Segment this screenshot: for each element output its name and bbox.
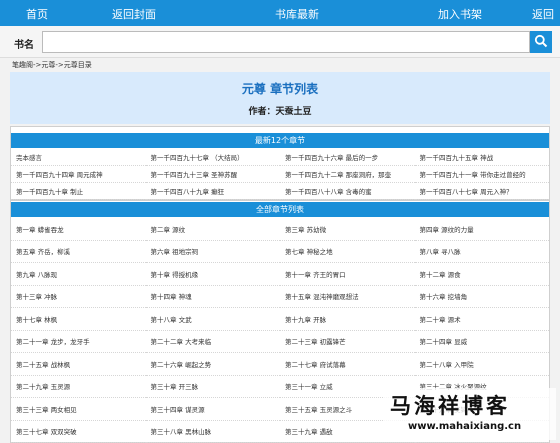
chapter-link[interactable]: 第一千四百八十九章 癫狂	[145, 183, 280, 200]
chapter-link[interactable]: 第二十九章 玉灵源	[11, 376, 146, 398]
chapter-link[interactable]: 第二十二章 大考来临	[145, 331, 280, 353]
chapter-link[interactable]: 第二十八章 入甲院	[414, 353, 549, 376]
chapter-link[interactable]: 第十五章 混沌神磨观想法	[280, 286, 415, 308]
chapter-link[interactable]: 第十九章 开脉	[280, 308, 415, 331]
chapter-link[interactable]: 第二十七章 府试落幕	[280, 353, 415, 376]
nav-back-link[interactable]: 返回	[532, 6, 554, 22]
chapter-link[interactable]: 第一章 蟒雀吞龙	[11, 218, 146, 241]
chapter-link[interactable]: 第一千四百九十五章 神战	[414, 149, 549, 166]
top-nav: 首页 返回封面 书库最新 加入书架 返回	[0, 0, 560, 26]
search-bar: 书名	[0, 26, 560, 58]
chapter-link[interactable]: 第二十四章 显威	[414, 331, 549, 353]
chapter-link[interactable]: 第八章 寻八脉	[414, 241, 549, 263]
chapter-link[interactable]: 第三十章 开三脉	[145, 376, 280, 398]
book-author: 作者：天蚕土豆	[248, 107, 312, 117]
chapter-link[interactable]: 第七章 神秘之地	[280, 241, 415, 263]
chapter-link[interactable]: 第四章 源纹的力量	[414, 218, 549, 241]
chapter-link[interactable]: 第二十六章 崛起之势	[145, 353, 280, 376]
latest-chapters-list: 完本感言 第一千四百九十七章 （大结局） 第一千四百九十六章 最后的一步 第一千四百九…	[11, 149, 549, 200]
chapter-link[interactable]: 第九章 八脉现	[11, 263, 146, 286]
chapter-link[interactable]: 第十八章 文武	[145, 308, 280, 331]
chapter-link[interactable]: 第一千四百九十章 制止	[11, 183, 146, 200]
chapter-link[interactable]: 第一千四百八十八章 含毒的蜜	[280, 183, 415, 200]
chapter-link[interactable]: 第一千四百九十四章 周元成神	[11, 166, 146, 183]
chapter-link[interactable]: 第六章 祖地宗祠	[145, 241, 280, 263]
chapter-link[interactable]: 第十一章 齐王的胃口	[280, 263, 415, 286]
latest-chapters-header: 最新12个章节	[11, 133, 549, 148]
search-icon	[534, 33, 548, 52]
chapter-link[interactable]: 第三十四章 谋灵源	[145, 398, 280, 421]
watermark-title: 马海祥博客	[390, 393, 510, 418]
chapter-link[interactable]: 第五章 齐岳，柳溪	[11, 241, 146, 263]
chapter-link[interactable]: 第一千四百九十三章 圣神苏醒	[145, 166, 280, 183]
chapter-link[interactable]: 第一千四百九十六章 最后的一步	[280, 149, 415, 166]
chapter-link[interactable]: 第一千四百九十七章 （大结局）	[145, 149, 280, 166]
chapter-link[interactable]: 第一千四百八十七章 周元入神？	[414, 183, 549, 200]
watermark-url: www.mahaixiang.cn	[408, 421, 522, 432]
chapter-link[interactable]: 第二十五章 战林枫	[11, 353, 146, 376]
chapter-link[interactable]: 第三十七章 双双突破	[11, 421, 146, 443]
nav-add-shelf-link[interactable]: 加入书架	[438, 6, 482, 22]
page-title: 元尊 章节列表	[241, 82, 319, 96]
search-button[interactable]	[530, 31, 552, 53]
search-label: 书名	[14, 40, 34, 51]
chapter-link[interactable]: 第十章 得授机缘	[145, 263, 280, 286]
chapter-link[interactable]: 第一千四百九十一章 带你走过曾经的	[414, 166, 549, 183]
chapter-link[interactable]: 第二十一章 龙步，龙牙手	[11, 331, 146, 353]
chapter-link[interactable]: 完本感言	[11, 149, 146, 166]
chapter-link[interactable]: 第十三章 冲脉	[11, 286, 146, 308]
breadcrumb: 笔趣阁->元尊->元尊目录	[12, 61, 92, 69]
chapter-link[interactable]: 第三章 苏幼微	[280, 218, 415, 241]
book-header: 元尊 章节列表 作者：天蚕土豆	[10, 72, 550, 124]
chapter-link[interactable]: 第三十三章 两女相见	[11, 398, 146, 421]
chapter-link[interactable]: 第二十章 源术	[414, 308, 549, 331]
nav-home-link[interactable]: 首页	[26, 6, 48, 22]
chapter-link[interactable]: 第十七章 林枫	[11, 308, 146, 331]
latest-chapters-panel: 最新12个章节 完本感言 第一千四百九十七章 （大结局） 第一千四百九十六章 最后的…	[10, 126, 550, 200]
chapter-link[interactable]: 第十二章 源食	[414, 263, 549, 286]
nav-back-cover-link[interactable]: 返回封面	[112, 6, 156, 22]
chapter-link[interactable]: 第十六章 挖墙角	[414, 286, 549, 308]
search-input[interactable]	[42, 31, 530, 53]
all-chapters-header: 全部章节列表	[11, 202, 549, 217]
chapter-link[interactable]: 第二章 源纹	[145, 218, 280, 241]
chapter-link[interactable]: 第二十三章 初露锋芒	[280, 331, 415, 353]
chapter-link[interactable]: 第一千四百九十二章 那座洞府，那壶	[280, 166, 415, 183]
chapter-link[interactable]: 第十四章 神魂	[145, 286, 280, 308]
chapter-link[interactable]: 第三十八章 黑林山脉	[145, 421, 280, 443]
nav-library-latest-link[interactable]: 书库最新	[275, 6, 319, 22]
watermark: 马海祥博客 www.mahaixiang.cn	[384, 388, 556, 440]
